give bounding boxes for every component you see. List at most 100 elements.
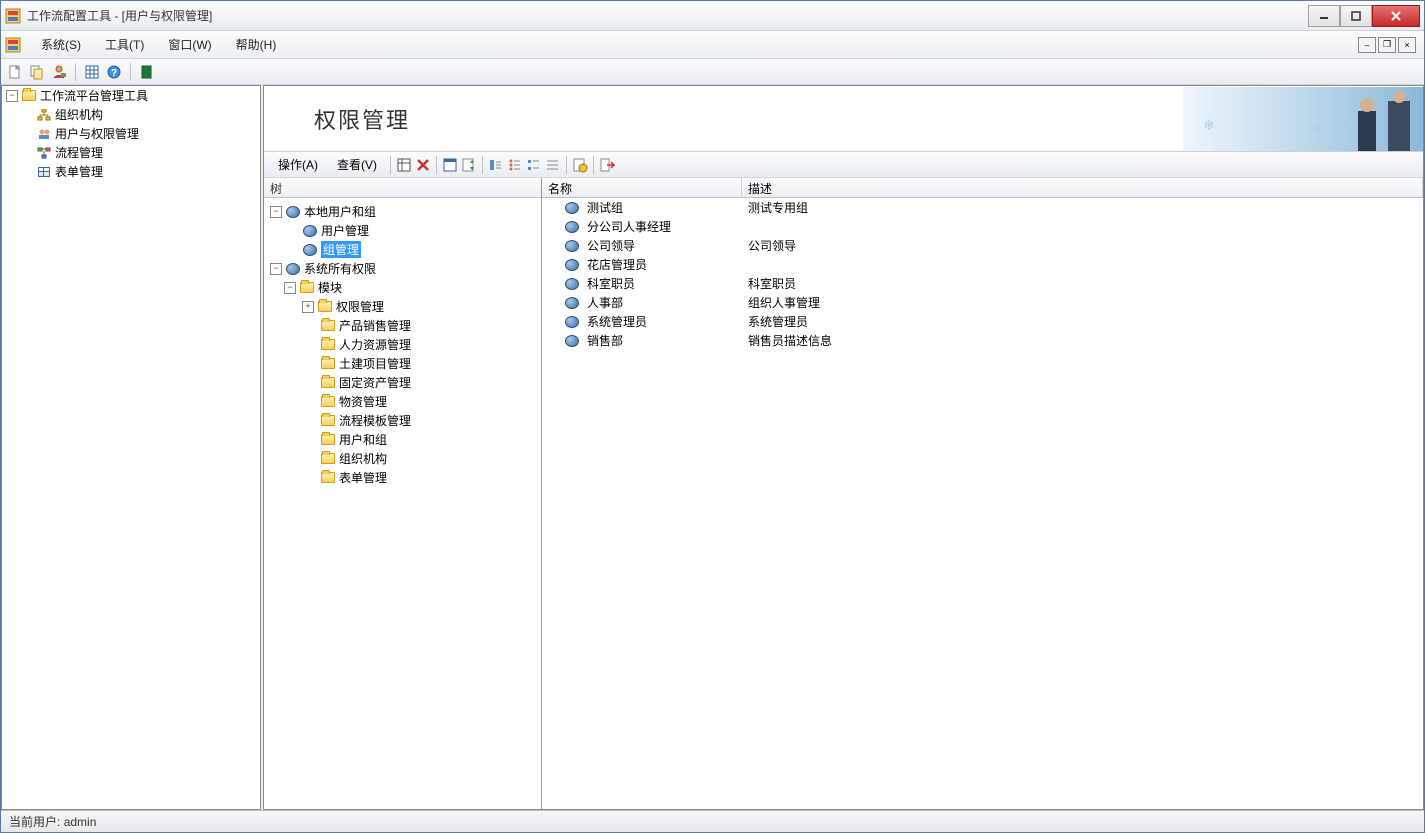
menu-window[interactable]: 窗口(W) <box>156 32 223 57</box>
toolbar-btn-d-icon[interactable] <box>545 157 561 173</box>
collapse-icon[interactable]: − <box>270 206 282 218</box>
list-cell-desc: 组织人事管理 <box>742 294 1423 311</box>
row-name: 科室职员 <box>587 275 635 292</box>
toolbar-action-menu[interactable]: 操作(A) <box>270 154 326 175</box>
nav-root[interactable]: − 工作流平台管理工具 <box>2 86 260 105</box>
menu-system[interactable]: 系统(S) <box>29 32 93 57</box>
nav-item-label: 表单管理 <box>55 163 103 180</box>
list-row[interactable]: 系统管理员系统管理员 <box>542 312 1423 331</box>
row-name: 系统管理员 <box>587 313 647 330</box>
tree-header: 树 <box>264 178 541 198</box>
minimize-button[interactable] <box>1308 5 1340 27</box>
mdi-close-button[interactable]: × <box>1398 37 1416 53</box>
toolbar-separator <box>75 63 76 81</box>
list-row[interactable]: 测试组测试专用组 <box>542 198 1423 217</box>
toolbar-view-menu[interactable]: 查看(V) <box>329 154 385 175</box>
mdi-minimize-button[interactable]: ‒ <box>1358 37 1376 53</box>
app-menu-icon <box>5 37 21 53</box>
toolbar-btn-e-icon[interactable] <box>572 157 588 173</box>
tree-module-item[interactable]: 表单管理 <box>266 468 539 487</box>
close-button[interactable] <box>1372 5 1420 27</box>
tree-module-item[interactable]: 用户和组 <box>266 430 539 449</box>
menu-help[interactable]: 帮助(H) <box>224 32 289 57</box>
folder-icon <box>320 357 336 371</box>
list-row[interactable]: 科室职员 科室职员 <box>542 274 1423 293</box>
toolbar-grid-icon[interactable] <box>84 64 100 80</box>
list-row[interactable]: 花店管理员 <box>542 255 1423 274</box>
list-row[interactable]: 公司领导公司领导 <box>542 236 1423 255</box>
folder-icon <box>320 471 336 485</box>
toolbar-separator <box>436 156 437 174</box>
group-icon <box>302 224 318 238</box>
row-name: 花店管理员 <box>587 256 647 273</box>
page-title: 权限管理 <box>314 103 410 135</box>
org-icon <box>36 108 52 122</box>
list-cell-name: 公司领导 <box>542 237 742 254</box>
tree-local-users-groups[interactable]: − 本地用户和组 <box>266 202 539 221</box>
tree-module[interactable]: − 模块 <box>266 278 539 297</box>
list-cell-desc: 公司领导 <box>742 237 1423 254</box>
collapse-icon[interactable]: − <box>270 263 282 275</box>
list-col-desc[interactable]: 描述 <box>742 178 1423 197</box>
nav-item-org[interactable]: 组织机构 <box>2 105 260 124</box>
list-cell-desc <box>742 218 1423 235</box>
toolbar-refresh-icon[interactable] <box>461 157 477 173</box>
tree-module-item[interactable]: + 权限管理 <box>266 297 539 316</box>
app-icon <box>5 8 21 24</box>
list-col-name[interactable]: 名称 <box>542 178 742 197</box>
toolbar-btn-a-icon[interactable] <box>488 157 504 173</box>
nav-item-forms[interactable]: 表单管理 <box>2 162 260 181</box>
app-window: 工作流配置工具 - [用户与权限管理] 系统(S) 工具(T) 窗口(W) 帮助… <box>0 0 1425 833</box>
toolbar-new-icon[interactable] <box>7 64 23 80</box>
nav-item-users-perms[interactable]: 用户与权限管理 <box>2 124 260 143</box>
expand-icon[interactable]: + <box>302 301 314 313</box>
row-name: 销售部 <box>587 332 623 349</box>
tree-module-item[interactable]: 产品销售管理 <box>266 316 539 335</box>
menu-tools[interactable]: 工具(T) <box>93 32 156 57</box>
tree-module-item[interactable]: 人力资源管理 <box>266 335 539 354</box>
nav-root-label: 工作流平台管理工具 <box>40 87 148 104</box>
workflow-icon <box>36 146 52 160</box>
tree-node-label: 产品销售管理 <box>339 317 411 334</box>
maximize-button[interactable] <box>1340 5 1372 27</box>
toolbar-separator <box>482 156 483 174</box>
tree-module-item[interactable]: 物资管理 <box>266 392 539 411</box>
toolbar-export-icon[interactable] <box>599 157 615 173</box>
toolbar-props-icon[interactable] <box>396 157 412 173</box>
list-row[interactable]: 人事部组织人事管理 <box>542 293 1423 312</box>
toolbar-btn-c-icon[interactable] <box>526 157 542 173</box>
folder-icon <box>320 376 336 390</box>
toolbar-delete-icon[interactable] <box>415 157 431 173</box>
body-area: − 工作流平台管理工具 组织机构 用户与权限管理 流程管理 <box>1 85 1424 810</box>
mdi-restore-button[interactable]: ❐ <box>1378 37 1396 53</box>
toolbar-user-icon[interactable] <box>51 64 67 80</box>
tree-module-item[interactable]: 组织机构 <box>266 449 539 468</box>
list-cell-name: 人事部 <box>542 294 742 311</box>
toolbar-separator <box>390 156 391 174</box>
tree-user-mgmt[interactable]: 用户管理 <box>266 221 539 240</box>
window-title: 工作流配置工具 - [用户与权限管理] <box>27 7 1308 24</box>
list-cell-desc: 科室职员 <box>742 275 1423 292</box>
list-row[interactable]: 分公司人事经理 <box>542 217 1423 236</box>
collapse-icon[interactable]: − <box>6 90 18 102</box>
toolbar-btn-b-icon[interactable] <box>507 157 523 173</box>
list-cell-name: 分公司人事经理 <box>542 218 742 235</box>
toolbar-copy-icon[interactable] <box>29 64 45 80</box>
list-cell-name: 系统管理员 <box>542 313 742 330</box>
tree-system-perms[interactable]: − 系统所有权限 <box>266 259 539 278</box>
tree-node-label: 流程模板管理 <box>339 412 411 429</box>
tree-node-label: 用户管理 <box>321 222 369 239</box>
toolbar-help-icon[interactable]: ? <box>106 64 122 80</box>
list-row[interactable]: 销售部销售员描述信息 <box>542 331 1423 350</box>
tree-group-mgmt[interactable]: 组管理 <box>266 240 539 259</box>
tree-node-label: 权限管理 <box>336 298 384 315</box>
folder-icon <box>299 281 315 295</box>
tree-module-item[interactable]: 固定资产管理 <box>266 373 539 392</box>
tree-module-item[interactable]: 流程模板管理 <box>266 411 539 430</box>
toolbar-separator <box>130 63 131 81</box>
nav-item-workflow[interactable]: 流程管理 <box>2 143 260 162</box>
toolbar-table-icon[interactable] <box>442 157 458 173</box>
collapse-icon[interactable]: − <box>284 282 296 294</box>
toolbar-exit-icon[interactable] <box>139 64 155 80</box>
tree-module-item[interactable]: 土建项目管理 <box>266 354 539 373</box>
